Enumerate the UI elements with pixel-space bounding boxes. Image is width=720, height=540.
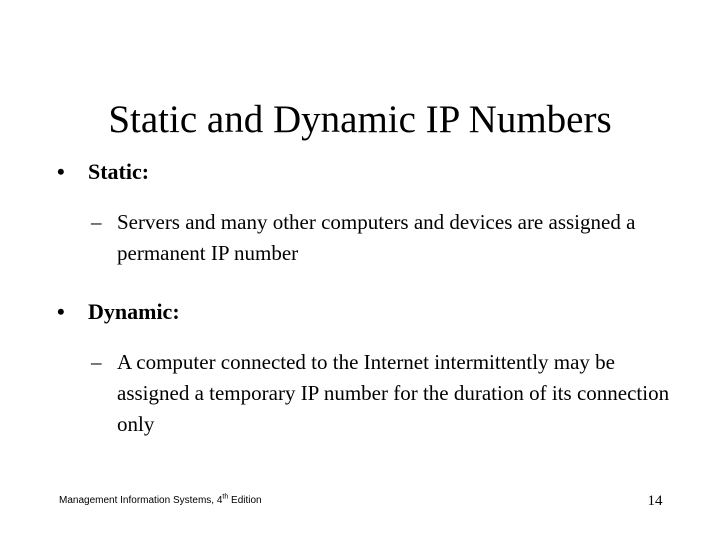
page-number: 14	[647, 493, 663, 509]
sub-bullet-dynamic-detail: – A computer connected to the Internet i…	[0, 347, 720, 440]
dash-marker-icon: –	[91, 210, 102, 234]
footer-source-text: Management Information Systems, 4th Edit…	[59, 494, 262, 507]
footer-source-suffix: Edition	[228, 495, 262, 506]
bullet-marker-icon: •	[57, 299, 65, 324]
bullet-static-label: Static:	[88, 159, 150, 184]
bullet-group-dynamic: • Dynamic: – A computer connected to the…	[0, 298, 720, 440]
bullet-marker-icon: •	[57, 159, 65, 184]
bullet-group-static: • Static: – Servers and many other compu…	[0, 158, 720, 269]
sub-bullet-dynamic-label: A computer connected to the Internet int…	[117, 350, 670, 436]
sub-bullet-static-label: Servers and many other computers and dev…	[117, 210, 636, 265]
sub-bullet-static-detail: – Servers and many other computers and d…	[0, 207, 720, 269]
bullet-dynamic: • Dynamic:	[0, 298, 720, 326]
slide-canvas: Static and Dynamic IP Numbers • Static: …	[0, 0, 720, 540]
dash-marker-icon: –	[91, 350, 102, 374]
footer-source-prefix: Management Information Systems, 4	[59, 495, 223, 506]
bullet-static: • Static:	[0, 158, 720, 186]
bullet-dynamic-label: Dynamic:	[88, 299, 180, 324]
slide-body: • Static: – Servers and many other compu…	[0, 158, 720, 440]
page-title: Static and Dynamic IP Numbers	[108, 98, 612, 142]
